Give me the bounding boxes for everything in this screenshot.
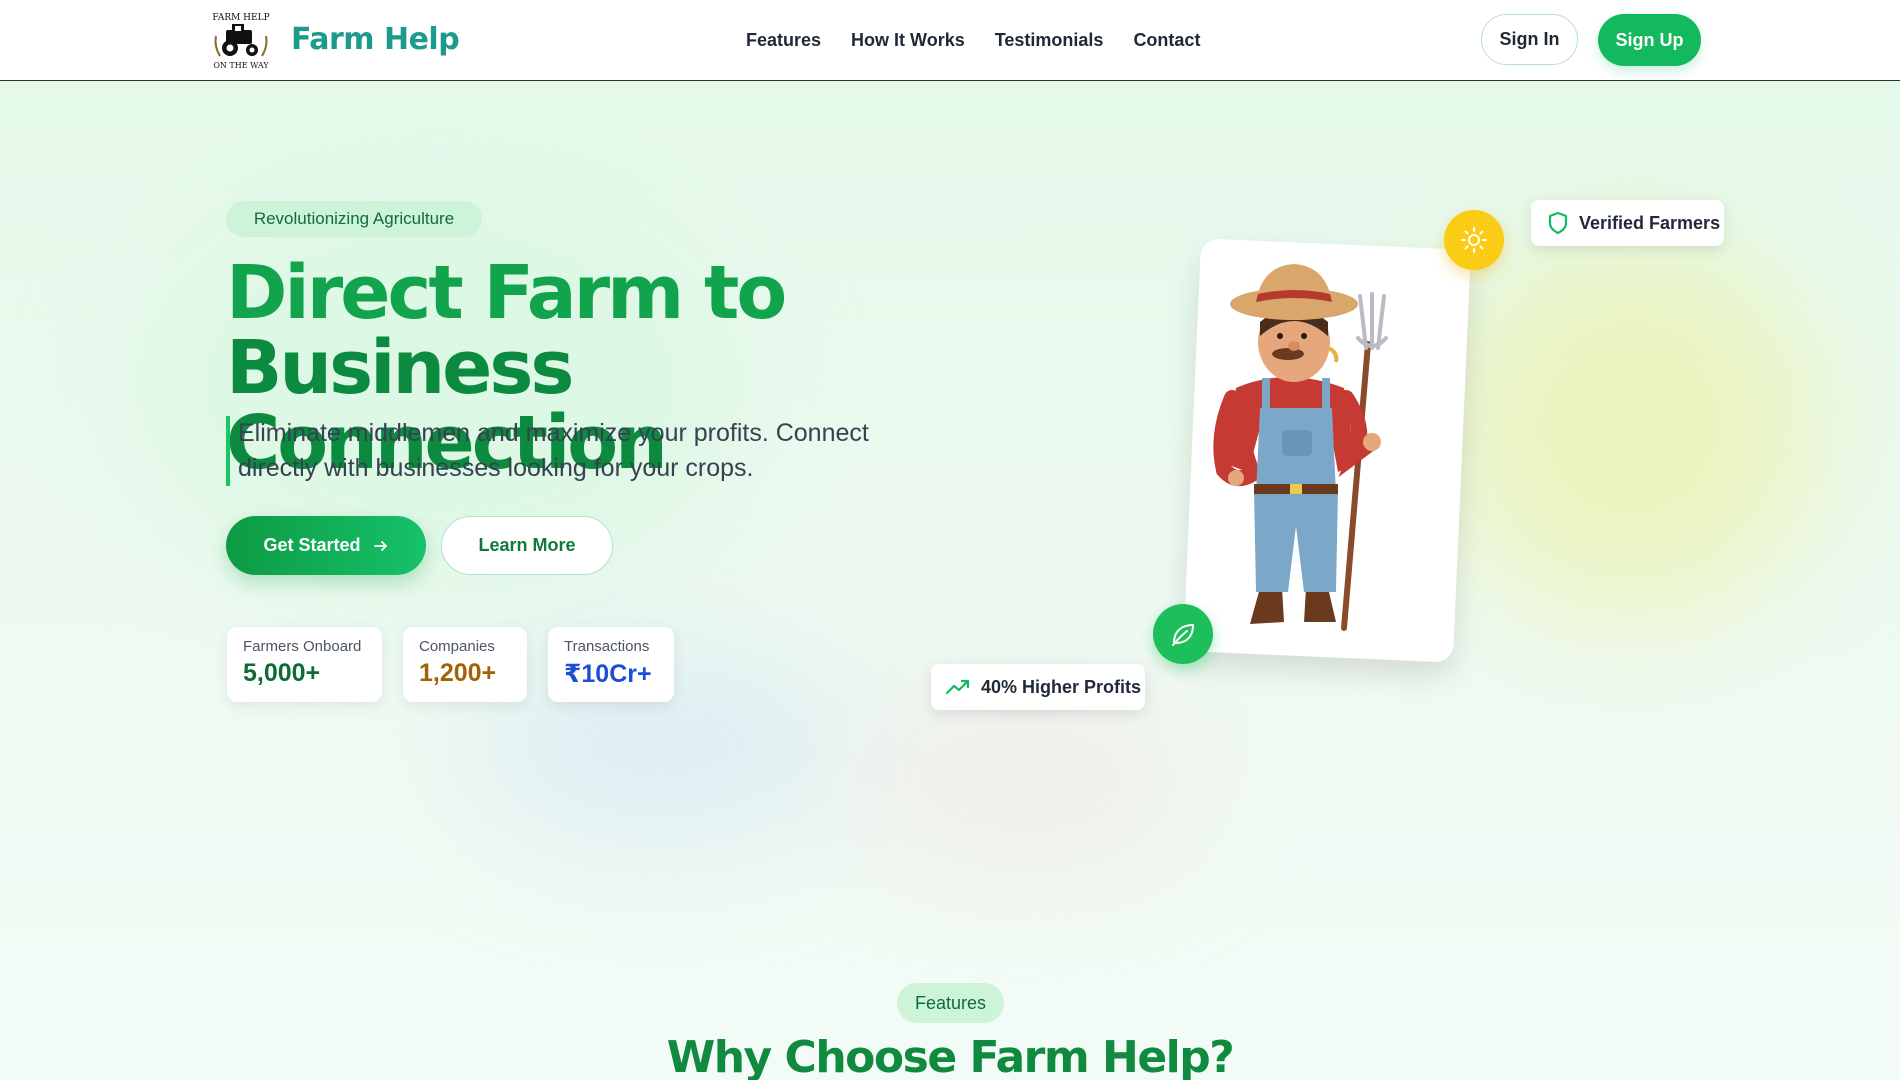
profits-badge: 40% Higher Profits [931,664,1145,710]
brand-name[interactable]: Farm Help [291,22,460,57]
farmer-illustration [1213,264,1388,631]
stat-card-transactions: Transactions ₹10Cr+ [548,627,674,702]
leaf-badge [1153,604,1213,664]
nav-link-how-it-works[interactable]: How It Works [851,30,965,51]
get-started-button[interactable]: Get Started [226,516,426,575]
trending-up-icon [945,679,970,695]
features-title: Why Choose Farm Help? [666,1032,1235,1080]
sign-up-button[interactable]: Sign Up [1598,14,1701,66]
stat-value: 5,000+ [243,659,321,687]
get-started-label: Get Started [263,535,361,555]
nav-link-testimonials[interactable]: Testimonials [995,30,1104,51]
logo-icon[interactable]: FARM HELP ON THE WAY [208,6,274,72]
main-nav: Features How It Works Testimonials Conta… [746,30,1200,51]
svg-text:ON THE WAY: ON THE WAY [213,61,269,70]
learn-more-button[interactable]: Learn More [441,516,613,575]
leaf-icon [1172,624,1194,646]
sun-badge [1444,210,1504,270]
sun-icon [1461,227,1487,253]
stat-value: 1,200+ [419,659,497,687]
nav-link-features[interactable]: Features [746,30,821,51]
stat-value: ₹10Cr+ [564,660,652,688]
nav-link-contact[interactable]: Contact [1133,30,1200,51]
verified-farmers-badge: Verified Farmers [1531,200,1724,246]
stat-card-farmers: Farmers Onboard 5,000+ [227,627,382,702]
stat-label: Companies [419,638,495,655]
stat-label: Transactions [564,638,650,655]
hero-subtitle: Eliminate middlemen and maximize your pr… [226,416,906,486]
shield-icon [1548,211,1568,235]
site-header: FARM HELP ON THE WAY Farm Help Features … [0,0,1900,81]
verified-farmers-label: Verified Farmers [1579,212,1721,233]
sign-in-button[interactable]: Sign In [1481,14,1578,65]
stat-card-companies: Companies 1,200+ [403,627,527,702]
stat-label: Farmers Onboard [243,638,362,655]
arrow-right-icon [373,540,387,551]
hero-badge: Revolutionizing Agriculture [226,201,482,237]
background-blob [1440,240,1820,620]
svg-text:FARM HELP: FARM HELP [212,13,269,23]
features-badge: Features [897,983,1004,1023]
hero-title-line1: Direct Farm to [226,250,787,336]
profits-label: 40% Higher Profits [981,676,1142,697]
background-blob [860,700,1190,860]
